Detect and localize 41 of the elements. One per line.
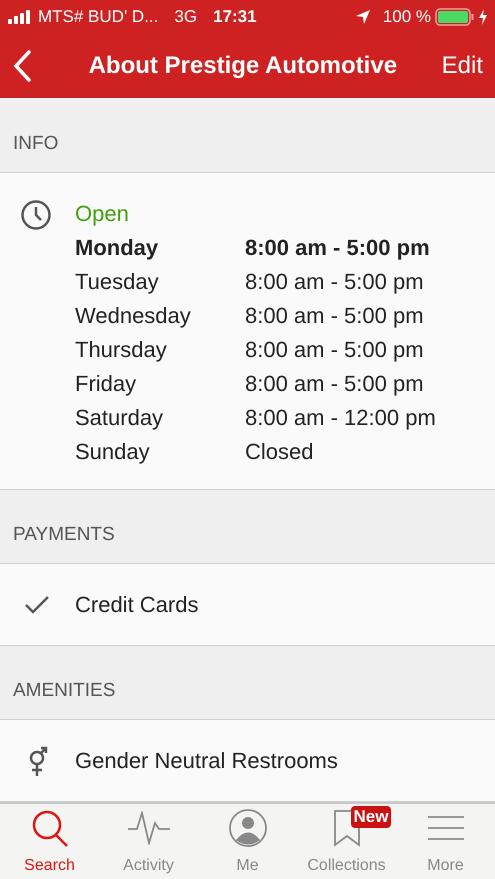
section-header: AMENITIES xyxy=(13,678,116,702)
back-chevron-icon xyxy=(12,50,32,82)
day-name: Saturday xyxy=(75,404,164,432)
checkmark-icon xyxy=(24,594,50,614)
page-title: About Prestige Automotive xyxy=(88,50,398,80)
tab-bar-item[interactable]: Activity xyxy=(99,804,198,879)
day-name: Thursday xyxy=(75,336,168,364)
day-name: Sunday xyxy=(75,438,151,466)
opening-hours: 8:00 am - 5:00 pm xyxy=(245,336,424,364)
battery-icon xyxy=(435,8,475,26)
opening-hours: 8:00 am - 5:00 pm xyxy=(245,268,424,296)
tab-bar-item[interactable]: New Collections xyxy=(297,804,396,879)
open-status: Open xyxy=(75,200,130,228)
day-name: Tuesday xyxy=(75,268,160,296)
opening-hours: 8:00 am - 5:00 pm xyxy=(245,370,424,398)
opening-hours: Closed xyxy=(245,438,314,466)
section-header: INFO xyxy=(13,132,58,156)
user-avatar-icon xyxy=(228,809,266,847)
location-arrow-icon xyxy=(354,8,371,24)
tab-bar-item[interactable]: Search xyxy=(0,804,99,879)
tab-bar-item[interactable]: More xyxy=(396,804,495,879)
charging-bolt-icon xyxy=(479,8,487,24)
opening-hours: 8:00 am - 5:00 pm xyxy=(245,234,430,262)
amenity-label: Credit Cards xyxy=(75,591,198,619)
clock-icon xyxy=(20,199,52,231)
tab-bar-item[interactable]: Me xyxy=(198,804,297,879)
battery-percent: 100 % xyxy=(382,6,431,28)
carrier-name: MTS# BUD' D... xyxy=(38,6,158,28)
new-badge: New xyxy=(350,806,392,828)
day-name: Friday xyxy=(75,370,138,398)
day-name: Monday xyxy=(75,234,160,262)
section-header: PAYMENTS xyxy=(13,522,115,546)
pulse-icon xyxy=(126,811,170,845)
edit-button[interactable]: Edit xyxy=(442,48,483,84)
opening-hours: 8:00 am - 5:00 pm xyxy=(245,302,424,330)
menu-icon xyxy=(428,815,464,841)
status-time: 17:31 xyxy=(213,6,257,28)
day-name: Wednesday xyxy=(75,302,192,330)
amenity-label: Gender Neutral Restrooms xyxy=(75,747,338,775)
opening-hours: 8:00 am - 12:00 pm xyxy=(245,404,436,432)
network-type: 3G xyxy=(174,6,198,28)
